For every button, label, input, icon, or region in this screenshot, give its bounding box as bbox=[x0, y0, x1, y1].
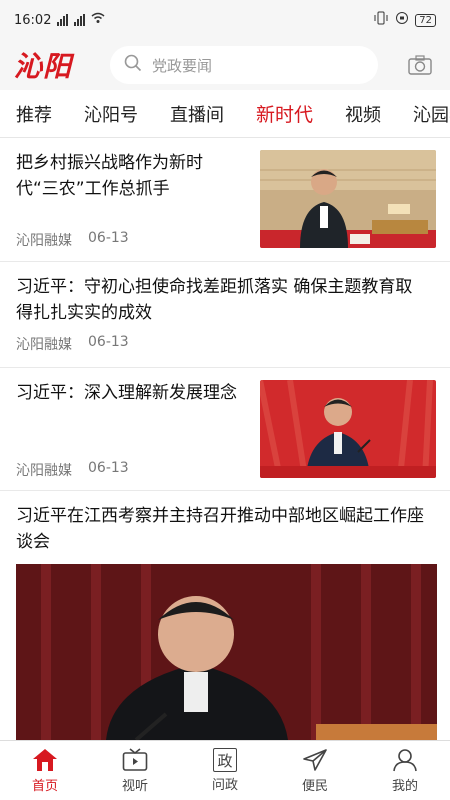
news-title: 习近平：深入理解新发展理念 bbox=[16, 380, 246, 406]
send-icon bbox=[301, 747, 329, 773]
news-date: 06-13 bbox=[88, 460, 129, 476]
nav-label: 便民 bbox=[301, 779, 328, 794]
politics-icon: 政 bbox=[213, 748, 237, 772]
app-header: 沁阳 党政要闻 bbox=[0, 40, 450, 90]
vibrate-icon bbox=[373, 11, 389, 29]
status-time: 16:02 bbox=[14, 12, 52, 28]
nav-label: 首页 bbox=[31, 779, 58, 794]
news-title-line: 把乡村振兴战略作为新时 bbox=[16, 153, 203, 173]
tab-video[interactable]: 视频 bbox=[329, 101, 397, 127]
tab-recommend[interactable]: 推荐 bbox=[0, 101, 68, 127]
news-title-line: 谈会 bbox=[16, 532, 50, 552]
news-item[interactable]: 习近平：深入理解新发展理念 沁阳融媒 06-13 bbox=[0, 368, 450, 491]
status-right: 72 bbox=[373, 11, 436, 29]
news-feed: 把乡村振兴战略作为新时 代“三农”工作总抓手 沁阳融媒 06-13 习近平：守初… bbox=[0, 138, 450, 740]
news-title: 习近平在江西考察并主持召开推动中部地区崛起工作座 谈会 bbox=[16, 503, 436, 555]
nav-services[interactable]: 便民 bbox=[270, 741, 360, 800]
app-logo[interactable]: 沁阳 bbox=[14, 45, 104, 85]
news-item[interactable]: 习近平在江西考察并主持召开推动中部地区崛起工作座 谈会 bbox=[0, 491, 450, 740]
status-bar: 16:02 72 bbox=[0, 0, 450, 40]
news-title-line: 得扎扎实实的成效 bbox=[16, 303, 152, 323]
bottom-navigation: 首页 视听 政 问政 便民 我的 bbox=[0, 740, 450, 800]
news-title-line: 代“三农”工作总抓手 bbox=[16, 179, 170, 199]
nav-audiovisual[interactable]: 视听 bbox=[90, 741, 180, 800]
news-title-line: 习近平：守初心担使命找差距抓落实 确保主题教育取 bbox=[16, 277, 413, 297]
news-thumbnail bbox=[260, 150, 436, 248]
alarm-icon bbox=[395, 11, 409, 29]
tab-live[interactable]: 直播间 bbox=[154, 101, 240, 127]
news-source: 沁阳融媒 bbox=[16, 233, 72, 249]
news-date: 06-13 bbox=[88, 334, 129, 350]
news-meta: 沁阳融媒 06-13 bbox=[16, 230, 129, 250]
politics-glyph: 政 bbox=[217, 751, 233, 770]
search-placeholder: 党政要闻 bbox=[152, 56, 213, 75]
status-left: 16:02 bbox=[14, 12, 105, 28]
channel-tabs: 推荐 沁阳号 直播间 新时代 视频 沁园春 bbox=[0, 90, 450, 138]
news-source: 沁阳融媒 bbox=[16, 337, 72, 353]
tv-icon bbox=[121, 747, 149, 773]
news-date: 06-13 bbox=[88, 230, 129, 246]
tab-qinyang-account[interactable]: 沁阳号 bbox=[68, 101, 154, 127]
user-icon bbox=[391, 747, 419, 773]
news-cover-image bbox=[16, 564, 437, 740]
nav-politics[interactable]: 政 问政 bbox=[180, 741, 270, 800]
wifi-icon bbox=[91, 12, 105, 28]
home-icon bbox=[31, 747, 59, 773]
news-meta: 沁阳融媒 06-13 bbox=[16, 460, 129, 480]
news-source: 沁阳融媒 bbox=[16, 463, 72, 479]
camera-icon[interactable] bbox=[408, 55, 432, 75]
nav-profile[interactable]: 我的 bbox=[360, 741, 450, 800]
nav-label: 我的 bbox=[391, 779, 418, 794]
news-title: 习近平：守初心担使命找差距抓落实 确保主题教育取 得扎扎实实的成效 bbox=[16, 274, 436, 326]
news-title-line: 习近平：深入理解新发展理念 bbox=[16, 383, 237, 403]
news-item[interactable]: 把乡村振兴战略作为新时 代“三农”工作总抓手 沁阳融媒 06-13 bbox=[0, 138, 450, 262]
nav-home[interactable]: 首页 bbox=[0, 741, 90, 800]
tab-qinyuanchun[interactable]: 沁园春 bbox=[397, 101, 450, 127]
tab-new-era[interactable]: 新时代 bbox=[240, 100, 329, 127]
news-thumbnail bbox=[260, 380, 436, 478]
search-bar[interactable]: 党政要闻 bbox=[110, 46, 378, 84]
search-icon bbox=[124, 54, 142, 76]
signal-icon bbox=[74, 14, 86, 26]
nav-label: 问政 bbox=[211, 778, 238, 793]
news-item[interactable]: 习近平：守初心担使命找差距抓落实 确保主题教育取 得扎扎实实的成效 沁阳融媒 0… bbox=[0, 262, 450, 368]
battery-indicator: 72 bbox=[415, 13, 436, 27]
signal-icon bbox=[57, 14, 69, 26]
news-meta: 沁阳融媒 06-13 bbox=[16, 334, 129, 354]
nav-label: 视听 bbox=[121, 779, 148, 794]
news-title: 把乡村振兴战略作为新时 代“三农”工作总抓手 bbox=[16, 150, 236, 202]
news-title-line: 习近平在江西考察并主持召开推动中部地区崛起工作座 bbox=[16, 506, 424, 526]
